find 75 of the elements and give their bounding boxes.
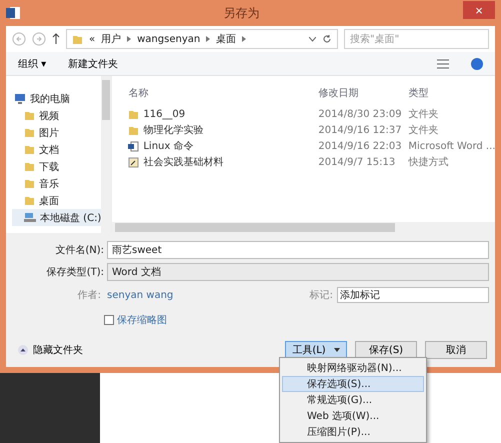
sidebar-item[interactable]: 音乐 [12,175,102,192]
collapse-icon [18,345,28,355]
folder-icon [24,161,35,172]
address-bar[interactable]: « 用户 wangsenyan 桌面 [66,29,338,49]
up-arrow-icon[interactable] [52,33,60,45]
field-label: 文件名(N): [54,244,104,257]
menu-item[interactable]: 压缩图片(P)... [282,424,424,440]
dropdown-icon[interactable] [309,36,316,42]
sidebar-item[interactable]: 本地磁盘 (C:) [12,209,102,226]
folder-icon [24,127,35,138]
menu-item[interactable]: 常规选项(G)... [282,392,424,408]
sidebar-item[interactable]: 文档 [12,141,102,158]
word-app-icon [6,7,20,19]
hide-folders-button[interactable]: 隐藏文件夹 [18,343,83,357]
refresh-icon[interactable] [322,34,332,44]
sidebar-item[interactable]: 视频 [12,107,102,124]
search-field[interactable]: 搜索"桌面" [344,29,489,49]
table-cell-text: 快捷方式 [408,156,450,169]
breadcrumb-item[interactable]: 桌面 [216,32,236,46]
table-cell-text: 文件夹 [408,108,440,121]
chevron-right-icon [127,36,132,42]
folder-icon [72,34,83,44]
breadcrumb-item[interactable]: 用户 [101,32,122,46]
folder-icon [24,195,35,206]
document-icon [128,140,140,152]
chevron-right-icon [206,36,210,42]
checkbox[interactable] [104,315,114,325]
table-cell-text: 文件夹 [408,124,440,137]
field-label: 作者: [76,288,102,302]
sidebar-item[interactable]: 桌面 [12,192,102,209]
filename-field[interactable]: 雨艺sweet [107,241,489,259]
folder-icon [24,178,35,189]
menu-item[interactable]: 映射网络驱动器(N)... [282,360,424,376]
folder-icon [128,124,140,136]
tags-field[interactable]: 添加标记 [337,287,489,303]
new-folder-button[interactable]: 新建文件夹 [68,56,118,70]
field-label: 标记: [308,288,334,302]
computer-icon [14,93,26,104]
column-header[interactable]: 类型 [408,86,496,100]
window-title: 另存为 [222,4,260,22]
author-link[interactable]: senyan wang [107,290,267,300]
column-header[interactable]: 修改日期 [318,86,408,100]
folder-icon [128,108,140,120]
view-options-icon[interactable] [437,58,449,68]
breadcrumb-item[interactable]: wangsenyan [137,34,200,44]
breadcrumb-prefix: « [89,34,96,44]
shortcut-icon [128,156,140,168]
file-name[interactable]: 社会实践基础材料 [128,155,318,169]
table-cell-text: 2014/9/16 12:37 [318,124,403,136]
close-button[interactable]: × [463,1,495,19]
folder-icon [24,110,35,121]
scrollbar[interactable] [112,222,496,233]
column-header[interactable]: 名称 [128,86,318,100]
file-name[interactable]: 116__09 [128,108,318,120]
drive-icon [24,212,36,223]
table-cell: Microsoft Word ... [408,140,496,152]
file-type-dropdown[interactable]: Word 文档 [107,263,489,281]
folder-icon [24,144,35,155]
checkbox-label[interactable]: 保存缩略图 [117,313,167,327]
organize-button[interactable]: 组织 ▾ [18,56,46,70]
file-name[interactable]: 物理化学实验 [128,123,318,137]
cancel-button[interactable]: 取消 [425,341,487,359]
chevron-right-icon [242,36,246,42]
menu-item[interactable]: 保存选项(S)... [282,376,424,392]
sidebar-item[interactable]: 下载 [12,158,102,175]
table-cell-text: 2014/8/30 23:09 [318,108,403,120]
table-cell-text: 2014/9/7 15:13 [318,156,396,168]
sidebar-item[interactable]: 我的电脑 [12,90,102,107]
scrollbar[interactable] [101,76,112,233]
field-label: 保存类型(T): [46,266,104,279]
table-cell-text: 2014/9/16 22:03 [318,140,403,152]
caret-icon [334,348,340,352]
menu-item[interactable]: Web 选项(W)... [282,408,424,424]
sidebar-item[interactable]: 图片 [12,124,102,141]
file-name[interactable]: Linux 命令 [128,139,318,153]
